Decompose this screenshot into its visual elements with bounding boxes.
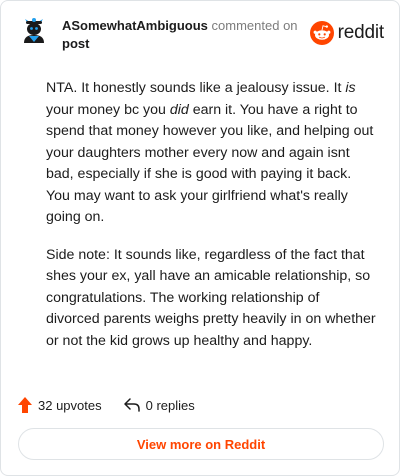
upvotes-count: 32 upvotes — [38, 397, 102, 413]
replies-count: 0 replies — [145, 397, 195, 413]
comment-text: Side note: It sounds like, regardless of… — [46, 246, 376, 349]
post-link[interactable]: post — [62, 36, 89, 52]
commented-on-text: commented on — [211, 18, 298, 33]
emphasized-text: is — [345, 80, 356, 96]
view-more-on-reddit-button[interactable]: View more on Reddit — [18, 428, 384, 460]
comment-text: NTA. It honestly sounds like a jealousy … — [46, 80, 346, 96]
reply-arrow-icon — [123, 398, 140, 412]
comment-paragraph: NTA. It honestly sounds like a jealousy … — [46, 78, 376, 229]
comment-text: your money bc you — [46, 101, 170, 118]
upvote-action[interactable]: 32 upvotes — [18, 397, 102, 413]
comment-body: NTA. It honestly sounds like a jealousy … — [46, 78, 376, 368]
comment-actions: 32 upvotes 0 replies — [18, 395, 195, 415]
upvote-arrow-icon — [18, 397, 32, 413]
user-avatar[interactable] — [18, 16, 50, 48]
author-line: ASomewhatAmbiguous commented on — [62, 18, 298, 34]
reddit-wordmark: reddit — [337, 22, 385, 43]
reddit-logo[interactable]: reddit — [309, 21, 385, 45]
comment-text: earn it. You have a right to spend that … — [46, 101, 374, 226]
reddit-snoo-icon — [309, 21, 334, 45]
comment-paragraph: Side note: It sounds like, regardless of… — [46, 245, 376, 353]
replies-action[interactable]: 0 replies — [123, 397, 195, 413]
reddit-comment-embed-card: ASomewhatAmbiguous commented on post red… — [0, 0, 400, 476]
author-name[interactable]: ASomewhatAmbiguous — [62, 18, 208, 33]
comment-header: ASomewhatAmbiguous commented on post red… — [18, 16, 384, 52]
emphasized-text: did — [169, 101, 189, 118]
